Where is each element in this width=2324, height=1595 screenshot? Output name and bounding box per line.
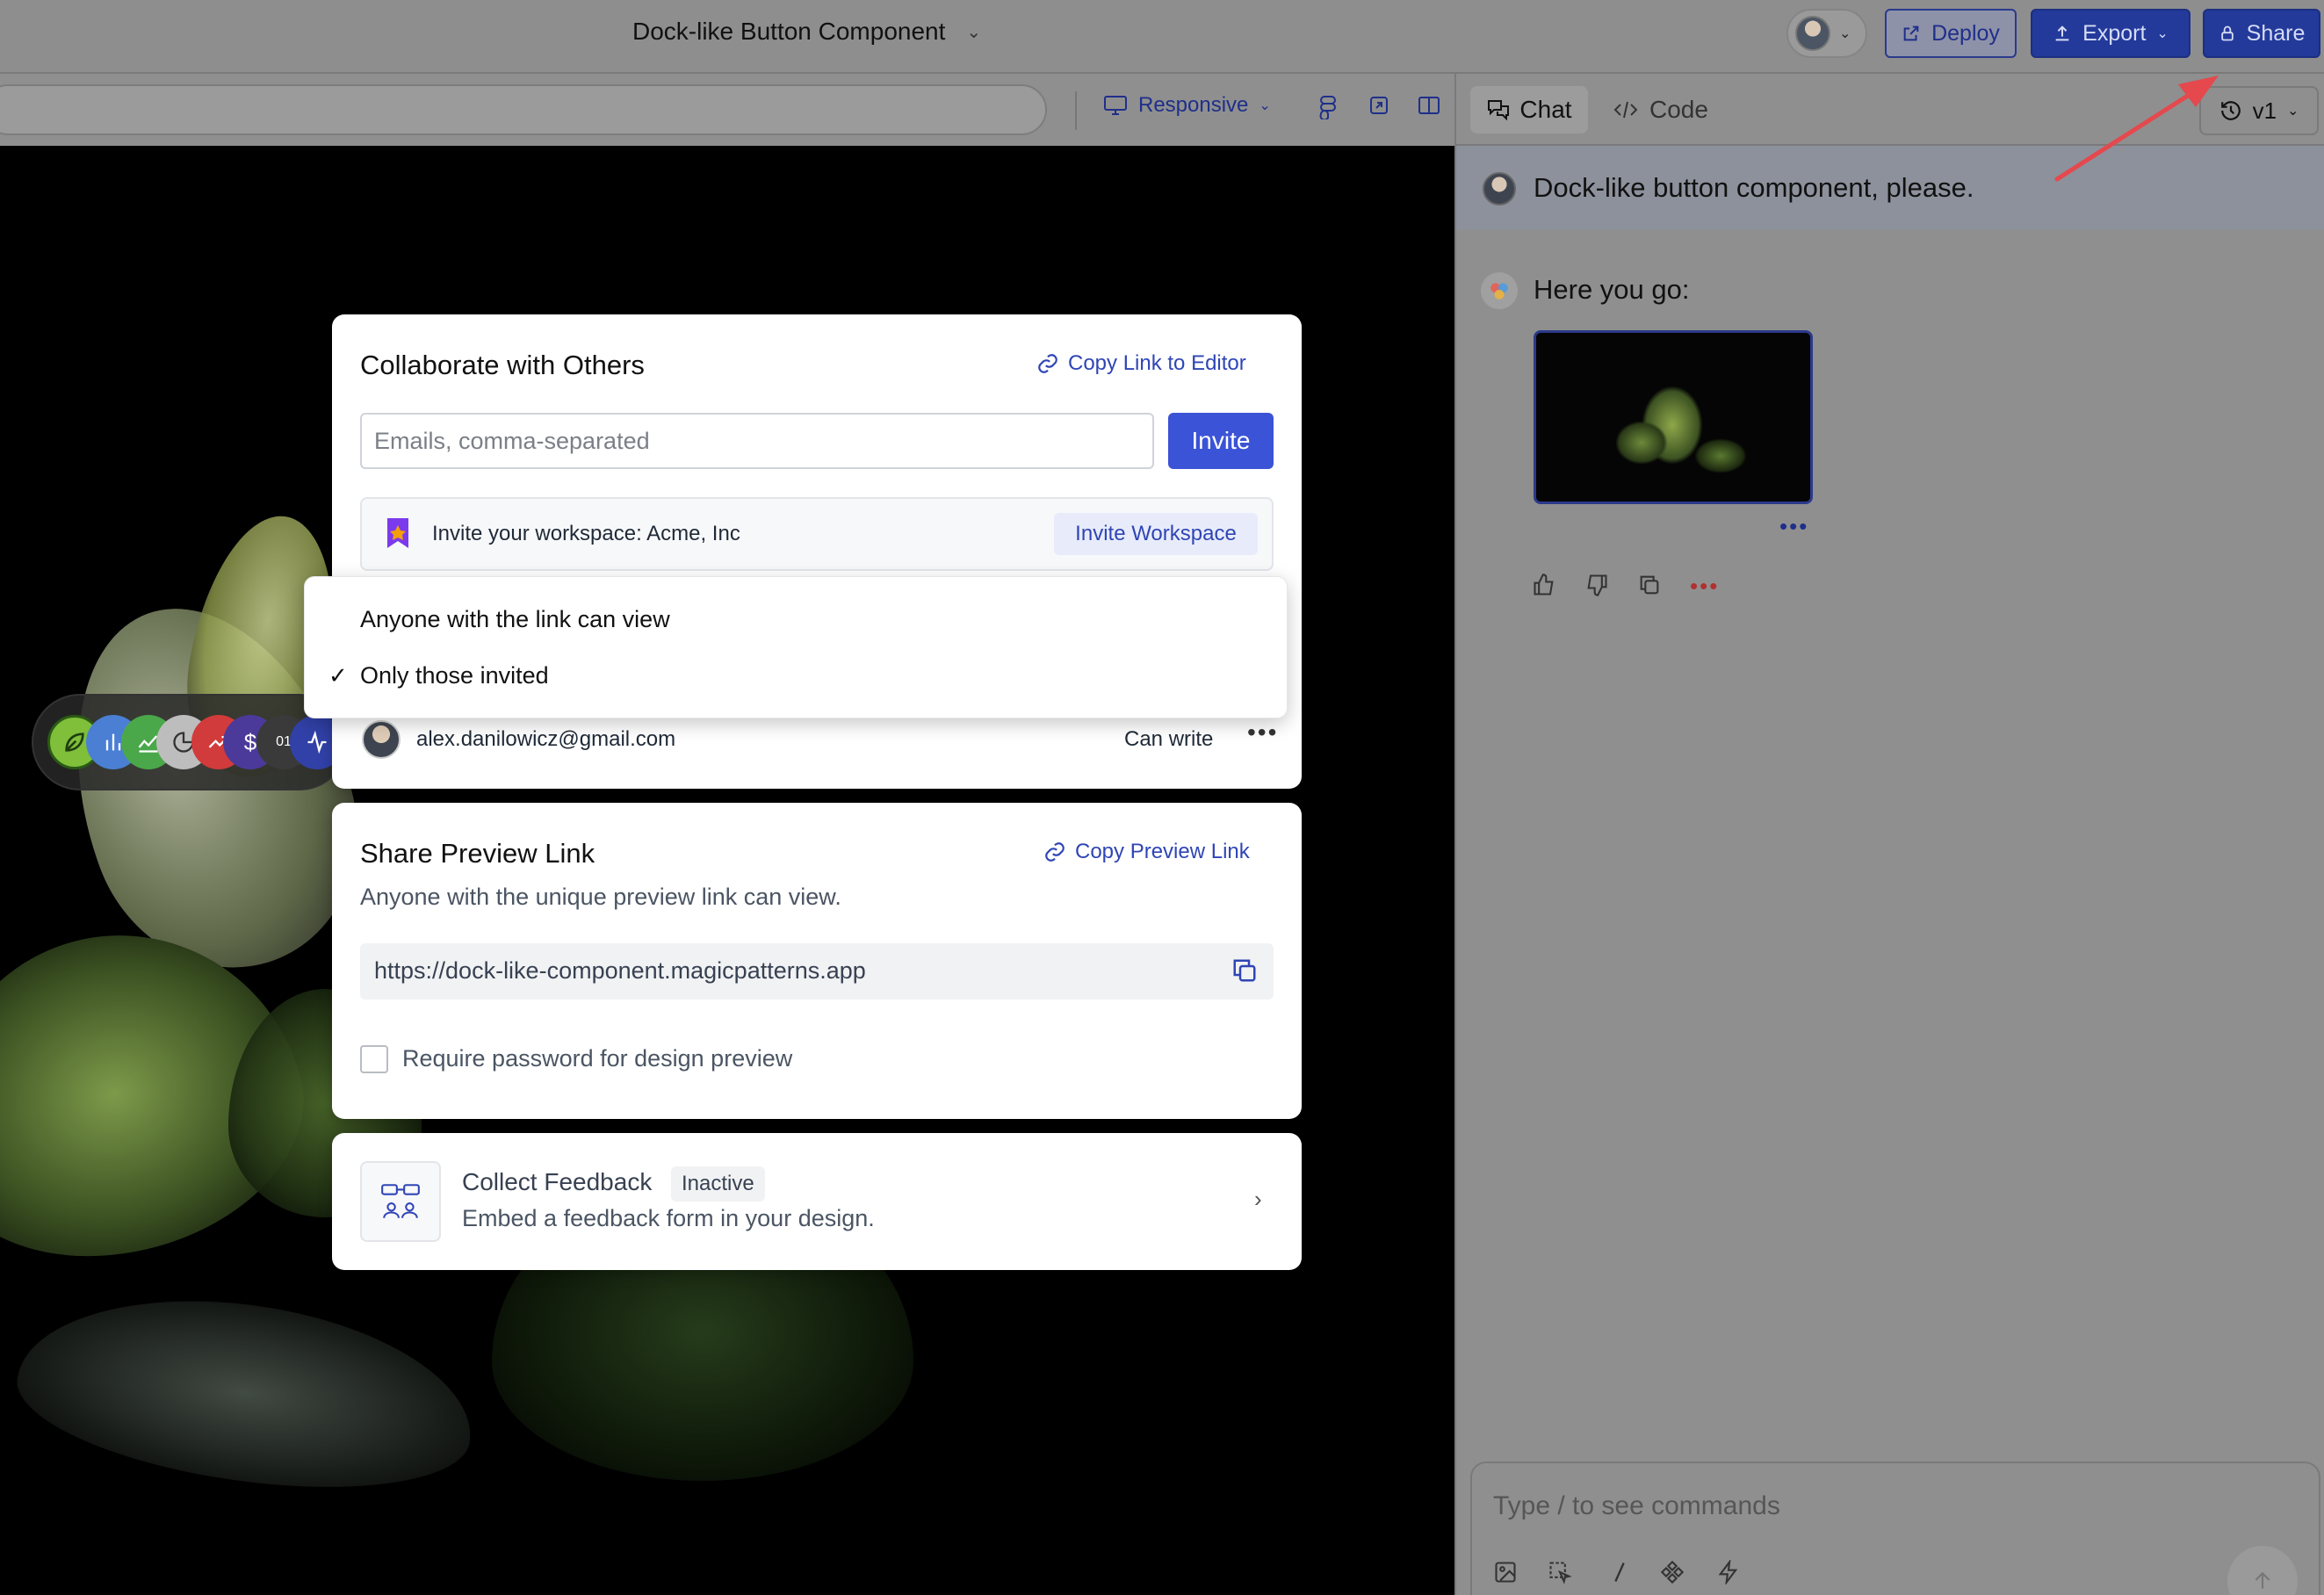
workspace-logo-icon bbox=[387, 518, 408, 548]
select-element-icon[interactable] bbox=[1548, 1560, 1572, 1591]
member-role-select[interactable]: Can write bbox=[1124, 727, 1213, 752]
account-menu-button[interactable]: ⌄ bbox=[1786, 9, 1867, 58]
copy-icon[interactable] bbox=[1231, 957, 1258, 984]
preview-url-text[interactable]: https://dock-like-component.magicpattern… bbox=[374, 957, 866, 985]
export-label: Export bbox=[2082, 20, 2147, 46]
thumbnail-more-icon[interactable]: ••• bbox=[1779, 513, 1808, 540]
collect-feedback-description: Embed a feedback form in your design. bbox=[462, 1205, 875, 1231]
arrow-up-icon bbox=[2255, 1571, 2270, 1589]
access-dropdown-menu bbox=[304, 576, 1288, 718]
invite-workspace-button[interactable]: Invite Workspace bbox=[1054, 513, 1258, 555]
responsive-dropdown[interactable]: Responsive ⌄ bbox=[1103, 93, 1271, 118]
link-icon bbox=[1045, 842, 1065, 862]
more-actions-icon[interactable]: ••• bbox=[1690, 573, 1719, 600]
workspace-invite-text: Invite your workspace: Acme, Inc bbox=[432, 522, 740, 545]
chevron-down-icon: ⌄ bbox=[2287, 104, 2299, 119]
share-preview-title: Share Preview Link bbox=[360, 838, 595, 869]
avatar bbox=[1795, 16, 1830, 51]
require-password-label[interactable]: Require password for design preview bbox=[402, 1045, 792, 1072]
checkmark-icon: ✓ bbox=[328, 662, 348, 689]
require-password-checkbox[interactable] bbox=[360, 1045, 388, 1073]
monitor-icon bbox=[1104, 96, 1127, 115]
deploy-button[interactable]: Deploy bbox=[1885, 9, 2017, 58]
component-icon[interactable] bbox=[1660, 1560, 1685, 1591]
access-option-anyone[interactable]: Anyone with the link can view bbox=[360, 606, 670, 633]
chat-input-placeholder[interactable]: Type / to see commands bbox=[1493, 1491, 1780, 1521]
tab-code-label: Code bbox=[1649, 96, 1708, 123]
user-avatar bbox=[1483, 172, 1516, 206]
split-view-icon[interactable] bbox=[1418, 95, 1440, 122]
deploy-label: Deploy bbox=[1931, 20, 2000, 46]
chevron-right-icon: › bbox=[1254, 1186, 1262, 1212]
magic-patterns-logo-icon bbox=[1490, 283, 1508, 300]
chat-input-box[interactable] bbox=[1470, 1461, 2320, 1595]
chevron-down-icon: ⌄ bbox=[1839, 26, 1851, 41]
divider bbox=[1075, 91, 1077, 130]
email-input[interactable] bbox=[360, 413, 1154, 469]
doc-title: Dock-like Button Component bbox=[632, 18, 946, 45]
access-option-invited[interactable]: Only those invited bbox=[360, 662, 549, 689]
chevron-down-icon: ⌄ bbox=[966, 22, 982, 42]
preview-url-bar[interactable] bbox=[0, 84, 1047, 135]
share-button[interactable]: Share bbox=[2203, 9, 2320, 58]
copy-editor-link-button[interactable]: Copy Link to Editor bbox=[1036, 351, 1246, 376]
thumbs-down-icon[interactable] bbox=[1584, 573, 1609, 603]
tab-chat[interactable]: Chat bbox=[1470, 86, 1588, 134]
feedback-form-icon bbox=[360, 1161, 441, 1242]
assistant-avatar bbox=[1481, 272, 1518, 309]
invite-button[interactable]: Invite bbox=[1168, 413, 1274, 469]
link-icon bbox=[1038, 354, 1057, 373]
user-message-text: Dock-like button component, please. bbox=[1534, 172, 1974, 203]
export-button[interactable]: Export ⌄ bbox=[2031, 9, 2190, 58]
version-label: v1 bbox=[2252, 97, 2277, 124]
external-link-icon bbox=[1903, 25, 1919, 41]
chat-bubbles-icon bbox=[1488, 100, 1510, 121]
preview-thumbnail[interactable] bbox=[1534, 330, 1813, 504]
plant-leaf-image bbox=[7, 1274, 485, 1512]
doc-title-dropdown[interactable]: Dock-like Button Component ⌄ bbox=[632, 18, 981, 46]
collect-feedback-card[interactable] bbox=[332, 1133, 1302, 1270]
chevron-down-icon: ⌄ bbox=[1259, 98, 1271, 113]
member-email: alex.danilowicz@gmail.com bbox=[416, 727, 676, 751]
slash-command-icon[interactable] bbox=[1607, 1560, 1632, 1591]
assistant-message-text: Here you go: bbox=[1534, 274, 1690, 305]
copy-editor-link-label: Copy Link to Editor bbox=[1068, 351, 1246, 375]
figma-icon[interactable] bbox=[1319, 95, 1337, 126]
lightning-icon[interactable] bbox=[1716, 1558, 1741, 1591]
status-badge: Inactive bbox=[671, 1166, 765, 1202]
share-preview-description: Anyone with the unique preview link can … bbox=[360, 884, 841, 910]
chevron-down-icon: ⌄ bbox=[2156, 26, 2169, 41]
upload-icon bbox=[2055, 25, 2069, 41]
open-in-new-icon[interactable] bbox=[1368, 95, 1389, 122]
tab-chat-label: Chat bbox=[1519, 96, 1572, 123]
lock-icon bbox=[2220, 25, 2234, 41]
image-upload-icon[interactable] bbox=[1493, 1560, 1518, 1591]
collect-feedback-title: Collect Feedback bbox=[462, 1168, 653, 1195]
responsive-label: Responsive bbox=[1138, 93, 1249, 117]
copy-icon[interactable] bbox=[1637, 573, 1662, 603]
annotation-arrow bbox=[2054, 76, 2219, 182]
code-icon bbox=[1613, 101, 1638, 119]
member-more-icon[interactable]: ••• bbox=[1247, 718, 1278, 747]
copy-preview-link-button[interactable]: Copy Preview Link bbox=[1043, 840, 1250, 864]
collaborate-title: Collaborate with Others bbox=[360, 350, 645, 380]
thumbs-up-icon[interactable] bbox=[1532, 573, 1556, 603]
member-avatar bbox=[362, 720, 401, 759]
share-label: Share bbox=[2246, 20, 2306, 46]
copy-preview-link-label: Copy Preview Link bbox=[1075, 840, 1250, 863]
tab-code[interactable]: Code bbox=[1613, 86, 1708, 134]
